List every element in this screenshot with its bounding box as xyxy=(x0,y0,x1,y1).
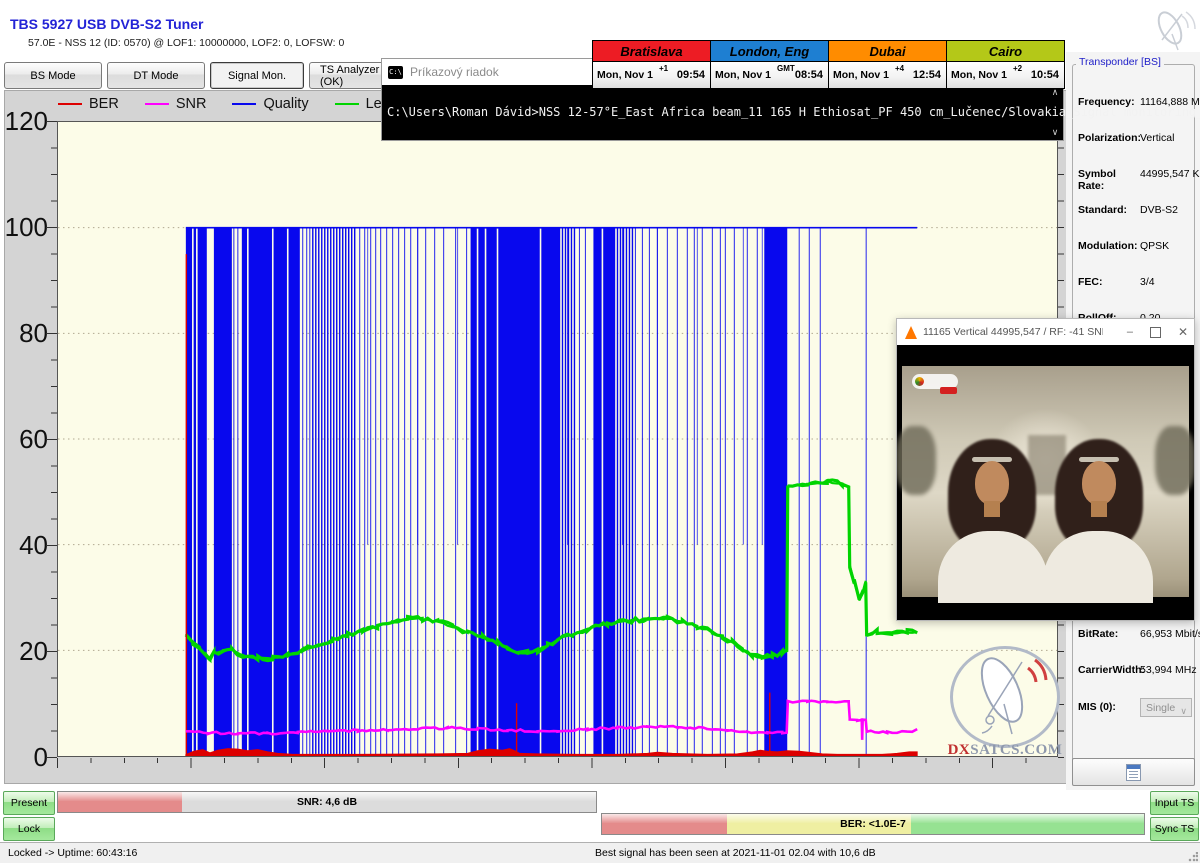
watermark-dish-icon xyxy=(946,646,1064,746)
vlc-video-area[interactable] xyxy=(897,345,1194,620)
clock-date: Mon, Nov 1 xyxy=(833,69,889,81)
field-standard: Standard: DVB-S2 xyxy=(1078,204,1194,216)
y-tick-0: 0 xyxy=(2,742,48,772)
clock-timezone: GMT xyxy=(777,64,795,73)
x-axis-minor-ticks xyxy=(57,758,1059,763)
video-person-right xyxy=(1039,439,1157,597)
vlc-titlebar[interactable]: 11165 Vertical 44995,547 / RF: -41 SNR: … xyxy=(897,319,1194,345)
present-button[interactable]: Present xyxy=(3,791,55,815)
cmd-text-line: C:\Users\Roman Dávid>NSS 12-57°E_East Af… xyxy=(387,105,1200,119)
report-button[interactable] xyxy=(1072,758,1195,786)
resize-grip[interactable] xyxy=(1188,852,1198,862)
field-symbol-rate: Symbol Rate: 44995,547 KS/s xyxy=(1078,168,1194,192)
legend-item-quality: Quality xyxy=(232,96,308,112)
close-icon[interactable]: ✕ xyxy=(1178,325,1188,339)
maximize-icon[interactable] xyxy=(1150,327,1161,338)
clock-city-header: Dubai xyxy=(829,41,946,62)
clock-timezone: +1 xyxy=(659,64,668,73)
y-tick-120: 120 xyxy=(2,106,48,136)
input-ts-button[interactable]: Input TS xyxy=(1150,791,1199,815)
status-bar: Locked -> Uptime: 60:43:16 Best signal h… xyxy=(0,842,1200,863)
field-modulation: Modulation: QPSK xyxy=(1078,240,1194,252)
y-tick-60: 60 xyxy=(2,424,48,454)
level-line-swatch xyxy=(335,103,359,105)
field-mis: MIS (0): Single ∨ xyxy=(1078,698,1194,717)
video-frame xyxy=(902,366,1189,597)
ber-bar: BER: <1.0E-7 xyxy=(601,813,1145,835)
snr-bar: SNR: 4,6 dB xyxy=(57,791,597,813)
chevron-down-icon: ∨ xyxy=(1180,702,1187,720)
vlc-window-title: 11165 Vertical 44995,547 / RF: -41 SNR: … xyxy=(923,326,1103,338)
y-tick-100: 100 xyxy=(2,212,48,242)
lock-button[interactable]: Lock xyxy=(3,817,55,841)
vlc-window-controls: – ✕ xyxy=(1127,319,1188,345)
y-tick-80: 80 xyxy=(2,318,48,348)
clock-cairo: Cairo Mon, Nov 1 +2 10:54 xyxy=(947,41,1064,88)
page-title: TBS 5927 USB DVB-S2 Tuner xyxy=(10,16,203,32)
scroll-down-icon[interactable]: ∨ xyxy=(1048,127,1062,138)
field-bitrate: BitRate: 66,953 Mbit/s xyxy=(1078,628,1194,640)
vlc-player-window: 11165 Vertical 44995,547 / RF: -41 SNR: … xyxy=(896,318,1195,621)
clock-london: London, Eng Mon, Nov 1 GMT 08:54 xyxy=(711,41,829,88)
clock-date: Mon, Nov 1 xyxy=(951,69,1007,81)
signal-mon-button[interactable]: Signal Mon. xyxy=(210,62,304,89)
channel-logo xyxy=(912,374,958,389)
sync-ts-button[interactable]: Sync TS xyxy=(1150,817,1199,841)
clock-date: Mon, Nov 1 xyxy=(715,69,771,81)
app-window: TBS 5927 USB DVB-S2 Tuner 57.0E - NSS 12… xyxy=(0,0,1200,863)
clock-time: 08:54 xyxy=(795,69,823,81)
clock-city-header: London, Eng xyxy=(711,41,828,62)
y-tick-40: 40 xyxy=(2,530,48,560)
field-fec: FEC: 3/4 xyxy=(1078,276,1194,288)
vlc-cone-icon xyxy=(905,326,917,339)
clock-city-header: Bratislava xyxy=(593,41,710,62)
field-polarization: Polarization: Vertical xyxy=(1078,132,1194,144)
field-carrier-width: CarrierWidth: 53,994 MHz xyxy=(1078,664,1194,676)
lock-status-text: Locked -> Uptime: 60:43:16 xyxy=(8,847,137,859)
dxsatcs-watermark: DXSATCS.COM xyxy=(946,646,1064,764)
bs-mode-button[interactable]: BS Mode xyxy=(4,62,102,89)
clock-timezone: +2 xyxy=(1013,64,1022,73)
cmd-scrollbar[interactable]: ∧ ∨ xyxy=(1048,85,1062,140)
quality-line-swatch xyxy=(232,103,256,105)
minimize-icon[interactable]: – xyxy=(1127,326,1133,338)
clock-bratislava: Bratislava Mon, Nov 1 +1 09:54 xyxy=(593,41,711,88)
transponder-group-title: Transponder [BS] xyxy=(1076,56,1164,68)
ber-line-swatch xyxy=(58,103,82,105)
tuner-subtitle: 57.0E - NSS 12 (ID: 0570) @ LOF1: 100000… xyxy=(28,37,344,49)
report-list-icon xyxy=(1126,764,1141,781)
world-clock-panel: Bratislava Mon, Nov 1 +1 09:54 London, E… xyxy=(592,40,1065,89)
y-tick-20: 20 xyxy=(2,636,48,666)
clock-time: 09:54 xyxy=(677,69,705,81)
clock-time: 12:54 xyxy=(913,69,941,81)
clock-city-header: Cairo xyxy=(947,41,1064,62)
video-person-left xyxy=(934,439,1052,597)
clock-time: 10:54 xyxy=(1031,69,1059,81)
chart-legend: BER SNR Quality Level xyxy=(58,96,400,112)
clock-dubai: Dubai Mon, Nov 1 +4 12:54 xyxy=(829,41,947,88)
clock-date: Mon, Nov 1 xyxy=(597,69,653,81)
cmd-icon: C:\ xyxy=(388,66,403,79)
mis-dropdown[interactable]: Single ∨ xyxy=(1140,698,1192,717)
cmd-title: Príkazový riadok xyxy=(410,65,499,79)
mode-button-row: BS Mode DT Mode Signal Mon. TS Analyzer … xyxy=(4,62,411,89)
cmd-body: C:\Users\Roman Dávid>NSS 12-57°E_East Af… xyxy=(382,85,1063,140)
clock-timezone: +4 xyxy=(895,64,904,73)
snr-line-swatch xyxy=(145,103,169,105)
legend-item-ber: BER xyxy=(58,96,119,112)
best-signal-text: Best signal has been seen at 2021-11-01 … xyxy=(595,847,876,859)
watermark-text: DXSATCS.COM xyxy=(946,742,1064,759)
legend-item-snr: SNR xyxy=(145,96,207,112)
dt-mode-button[interactable]: DT Mode xyxy=(107,62,205,89)
